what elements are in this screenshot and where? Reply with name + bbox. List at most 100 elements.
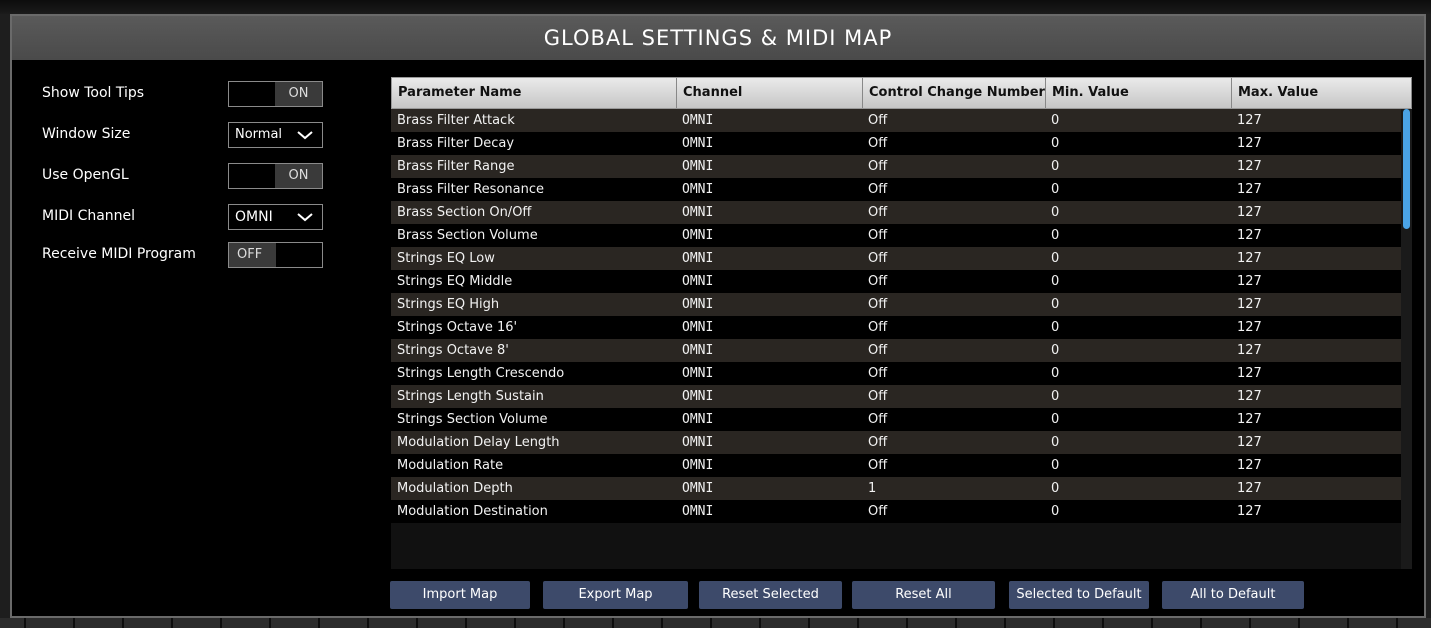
chevron-down-icon xyxy=(297,131,313,140)
table-row[interactable]: Strings Length Crescendo OMNI Off 0 127 xyxy=(391,362,1401,385)
table-row[interactable]: Brass Section Volume OMNI Off 0 127 xyxy=(391,224,1401,247)
background-tick xyxy=(73,618,75,628)
receive-midi-program-label: Receive MIDI Program xyxy=(42,246,196,262)
header-parameter-name[interactable]: Parameter Name xyxy=(392,78,677,108)
table-scrollbar[interactable] xyxy=(1401,109,1412,569)
header-channel[interactable]: Channel xyxy=(677,78,863,108)
cell-control-change-number: Off xyxy=(868,320,888,335)
window-size-dropdown[interactable]: Normal xyxy=(228,122,323,148)
cell-max-value: 127 xyxy=(1237,159,1262,174)
background-tick xyxy=(1102,618,1104,628)
cell-parameter-name: Strings Octave 8' xyxy=(397,343,509,358)
midi-channel-label: MIDI Channel xyxy=(42,208,136,224)
use-opengl-toggle[interactable]: ON xyxy=(228,163,323,189)
cell-min-value: 0 xyxy=(1051,343,1060,358)
cell-max-value: 127 xyxy=(1237,113,1262,128)
cell-control-change-number: Off xyxy=(868,366,888,381)
window-size-label: Window Size xyxy=(42,126,131,142)
table-row[interactable]: Strings Length Sustain OMNI Off 0 127 xyxy=(391,385,1401,408)
cell-max-value: 127 xyxy=(1237,251,1262,266)
background-tick xyxy=(710,618,712,628)
table-row[interactable]: Modulation Delay Length OMNI Off 0 127 xyxy=(391,431,1401,454)
cell-channel: OMNI xyxy=(682,458,714,473)
cell-control-change-number: Off xyxy=(868,274,888,289)
cell-min-value: 0 xyxy=(1051,274,1060,289)
background-tick xyxy=(318,618,320,628)
reset-selected-button[interactable]: Reset Selected xyxy=(699,581,842,609)
toggle-state: OFF xyxy=(229,243,276,267)
all-to-default-button[interactable]: All to Default xyxy=(1162,581,1304,609)
cell-parameter-name: Strings Octave 16' xyxy=(397,320,518,335)
cell-parameter-name: Brass Section Volume xyxy=(397,228,538,243)
cell-min-value: 0 xyxy=(1051,136,1060,151)
cell-channel: OMNI xyxy=(682,366,714,381)
cell-min-value: 0 xyxy=(1051,113,1060,128)
cell-max-value: 127 xyxy=(1237,205,1262,220)
table-row[interactable]: Strings EQ High OMNI Off 0 127 xyxy=(391,293,1401,316)
background-tick xyxy=(1298,618,1300,628)
cell-parameter-name: Modulation Rate xyxy=(397,458,504,473)
table-header: Parameter Name Channel Control Change Nu… xyxy=(391,77,1412,109)
selected-to-default-button[interactable]: Selected to Default xyxy=(1009,581,1149,609)
background-tick xyxy=(1004,618,1006,628)
background-tick xyxy=(1200,618,1202,628)
table-row[interactable]: Modulation Destination OMNI Off 0 127 xyxy=(391,500,1401,523)
header-control-change-number[interactable]: Control Change Number xyxy=(863,78,1046,108)
header-min-value[interactable]: Min. Value xyxy=(1046,78,1232,108)
cell-control-change-number: Off xyxy=(868,297,888,312)
cell-max-value: 127 xyxy=(1237,504,1262,519)
cell-max-value: 127 xyxy=(1237,297,1262,312)
cell-max-value: 127 xyxy=(1237,228,1262,243)
cell-max-value: 127 xyxy=(1237,435,1262,450)
show-tool-tips-toggle[interactable]: ON xyxy=(228,81,323,107)
cell-parameter-name: Brass Filter Attack xyxy=(397,113,515,128)
table-row[interactable]: Brass Filter Range OMNI Off 0 127 xyxy=(391,155,1401,178)
midi-channel-dropdown[interactable]: OMNI xyxy=(228,204,323,230)
reset-all-button[interactable]: Reset All xyxy=(852,581,995,609)
header-max-value[interactable]: Max. Value xyxy=(1232,78,1412,108)
cell-control-change-number: Off xyxy=(868,504,888,519)
panel-title: GLOBAL SETTINGS & MIDI MAP xyxy=(12,16,1424,60)
table-row[interactable]: Strings Section Volume OMNI Off 0 127 xyxy=(391,408,1401,431)
import-map-button[interactable]: Import Map xyxy=(390,581,530,609)
cell-parameter-name: Brass Filter Decay xyxy=(397,136,515,151)
midi-map-table: Parameter Name Channel Control Change Nu… xyxy=(391,77,1412,569)
table-row[interactable]: Strings EQ Low OMNI Off 0 127 xyxy=(391,247,1401,270)
table-row[interactable]: Strings Octave 16' OMNI Off 0 127 xyxy=(391,316,1401,339)
background-tick xyxy=(1151,618,1153,628)
toggle-state: ON xyxy=(275,82,322,106)
background-tick xyxy=(857,618,859,628)
cell-control-change-number: Off xyxy=(868,435,888,450)
receive-midi-program-toggle[interactable]: OFF xyxy=(228,242,323,268)
background-tick xyxy=(465,618,467,628)
cell-channel: OMNI xyxy=(682,274,714,289)
global-settings-panel: GLOBAL SETTINGS & MIDI MAP Show Tool Tip… xyxy=(10,14,1426,618)
cell-channel: OMNI xyxy=(682,251,714,266)
background-tick xyxy=(906,618,908,628)
background-tick xyxy=(171,618,173,628)
cell-min-value: 0 xyxy=(1051,205,1060,220)
scrollbar-thumb[interactable] xyxy=(1403,109,1410,229)
background-tick xyxy=(759,618,761,628)
midi-channel-value: OMNI xyxy=(235,209,273,225)
table-row[interactable]: Brass Section On/Off OMNI Off 0 127 xyxy=(391,201,1401,224)
cell-channel: OMNI xyxy=(682,113,714,128)
export-map-button[interactable]: Export Map xyxy=(543,581,688,609)
table-row[interactable]: Brass Filter Resonance OMNI Off 0 127 xyxy=(391,178,1401,201)
table-row[interactable]: Brass Filter Decay OMNI Off 0 127 xyxy=(391,132,1401,155)
cell-channel: OMNI xyxy=(682,182,714,197)
cell-max-value: 127 xyxy=(1237,343,1262,358)
background-tick xyxy=(661,618,663,628)
table-row[interactable]: Brass Filter Attack OMNI Off 0 127 xyxy=(391,109,1401,132)
table-row[interactable]: Modulation Rate OMNI Off 0 127 xyxy=(391,454,1401,477)
table-row[interactable]: Modulation Depth OMNI 1 0 127 xyxy=(391,477,1401,500)
background-top-strip xyxy=(0,0,1431,14)
setting-use-opengl: Use OpenGL ON xyxy=(12,163,382,191)
cell-parameter-name: Strings EQ Middle xyxy=(397,274,513,289)
cell-max-value: 127 xyxy=(1237,458,1262,473)
table-row[interactable]: Strings Octave 8' OMNI Off 0 127 xyxy=(391,339,1401,362)
cell-channel: OMNI xyxy=(682,504,714,519)
cell-min-value: 0 xyxy=(1051,366,1060,381)
table-row[interactable]: Strings EQ Middle OMNI Off 0 127 xyxy=(391,270,1401,293)
setting-receive-midi-program: Receive MIDI Program OFF xyxy=(12,242,382,270)
